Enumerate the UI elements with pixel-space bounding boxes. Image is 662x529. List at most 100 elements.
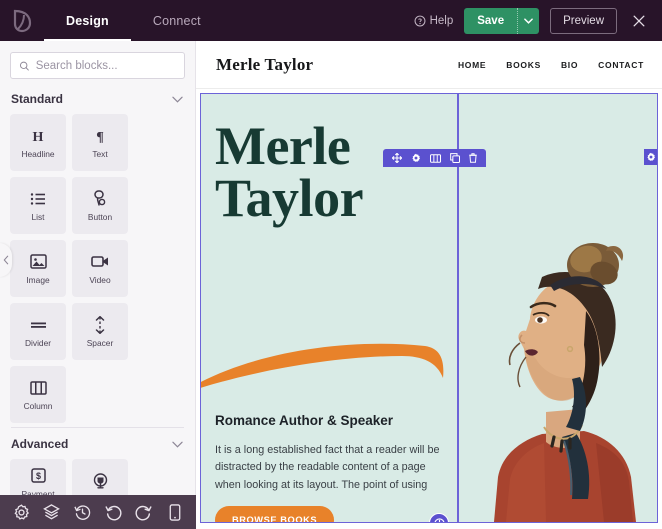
headline-h-icon: H (30, 126, 46, 146)
app-logo[interactable] (0, 9, 44, 33)
nav-item-bio[interactable]: BIO (561, 60, 578, 70)
browse-books-button[interactable]: BROWSE BOOKS (215, 506, 335, 522)
help-label: Help (429, 14, 454, 27)
top-bar-actions: Help Save Preview (414, 7, 662, 34)
video-camera-icon (91, 252, 109, 272)
section-header-advanced[interactable]: Advanced (0, 428, 195, 457)
hero-image-column[interactable] (458, 94, 657, 522)
block-label: Spacer (86, 337, 114, 348)
help-button[interactable]: Help (414, 14, 454, 27)
block-video[interactable]: Video (72, 240, 128, 297)
blocks-grid-advanced: $ Payment Button Giveaway (0, 457, 195, 495)
block-list[interactable]: List (10, 177, 66, 234)
button-click-icon (92, 189, 108, 209)
top-bar: Design Connect Help Save Preview (0, 0, 662, 43)
save-group: Save (464, 7, 540, 34)
block-spacer[interactable]: Spacer (72, 303, 128, 360)
duplicate-icon[interactable] (450, 153, 460, 163)
image-icon (29, 252, 47, 272)
payment-dollar-icon: $ (30, 466, 46, 486)
question-circle-icon (414, 15, 426, 26)
hero-body-text[interactable]: It is a long established fact that a rea… (215, 442, 447, 494)
blocks-grid-standard: H Headline ¶ Text List Button Image Vide… (0, 112, 195, 423)
site-header: Merle Taylor HOME BOOKS BIO CONTACT (196, 41, 662, 89)
move-handle-icon[interactable] (392, 153, 402, 163)
giveaway-trophy-icon (93, 471, 108, 491)
save-dropdown-button[interactable] (517, 7, 540, 34)
save-label: Save (477, 14, 505, 27)
site-logo[interactable]: Merle Taylor (216, 55, 313, 75)
layers-icon (43, 504, 61, 520)
tab-design-label: Design (66, 13, 109, 28)
column-icon (29, 378, 47, 398)
search-box[interactable] (10, 52, 185, 79)
spacer-arrows-icon (94, 315, 106, 335)
block-button[interactable]: Button (72, 177, 128, 234)
section-settings-badge[interactable] (644, 149, 657, 165)
search-row (0, 41, 195, 83)
orange-swoosh-decoration (201, 343, 444, 388)
seedprod-builder-window: Design Connect Help Save Preview Search … (0, 0, 662, 529)
redo-icon (136, 505, 152, 520)
block-image[interactable]: Image (10, 240, 66, 297)
block-column[interactable]: Column (10, 366, 66, 423)
section-settings-icon[interactable] (411, 153, 421, 163)
block-headline[interactable]: H Headline (10, 114, 66, 171)
svg-text:¶: ¶ (96, 130, 104, 144)
hero-title-line2: Taylor (215, 168, 364, 229)
mobile-phone-icon (169, 503, 180, 521)
gear-icon (14, 503, 29, 520)
close-icon (633, 15, 645, 26)
tab-connect[interactable]: Connect (131, 0, 223, 41)
block-label: Button (87, 211, 113, 222)
hero-section[interactable]: Merle Taylor Romance Author & Speaker It… (200, 93, 658, 523)
svg-text:$: $ (35, 471, 40, 481)
delete-icon[interactable] (469, 153, 477, 163)
bullet-list-icon (30, 189, 46, 209)
page-preview: Merle Taylor HOME BOOKS BIO CONTACT Merl… (196, 41, 662, 529)
block-label: Text (92, 148, 108, 159)
plus-circle-icon (433, 517, 445, 522)
block-text[interactable]: ¶ Text (72, 114, 128, 171)
block-label: Image (26, 274, 50, 285)
tab-design[interactable]: Design (44, 0, 131, 43)
close-button[interactable] (628, 8, 650, 34)
block-payment-button[interactable]: $ Payment Button (10, 459, 66, 495)
mobile-preview-button[interactable] (164, 501, 186, 523)
nav-item-contact[interactable]: CONTACT (598, 60, 644, 70)
block-divider[interactable]: Divider (10, 303, 66, 360)
nav-item-home[interactable]: HOME (458, 60, 486, 70)
search-icon (20, 61, 29, 70)
clock-history-icon (74, 504, 91, 520)
save-button[interactable]: Save (464, 7, 518, 34)
redo-button[interactable] (133, 501, 155, 523)
chevron-down-icon (172, 441, 183, 448)
gear-icon (647, 152, 656, 161)
chevron-left-icon (3, 255, 8, 265)
bottom-toolbar (0, 495, 196, 529)
settings-button[interactable] (10, 501, 32, 523)
block-label: List (31, 211, 45, 222)
block-label: Divider (24, 337, 52, 348)
block-label: Column (23, 400, 53, 411)
preview-button[interactable]: Preview (550, 7, 617, 34)
undo-icon (105, 505, 122, 520)
site-nav: HOME BOOKS BIO CONTACT (458, 60, 644, 70)
svg-text:H: H (33, 130, 44, 144)
divider-icon (30, 315, 47, 335)
undo-button[interactable] (102, 501, 124, 523)
blocks-sidebar: Standard H Headline ¶ Text (0, 41, 196, 495)
search-input[interactable] (35, 59, 176, 72)
layers-button[interactable] (41, 501, 63, 523)
section-title-standard: Standard (11, 92, 64, 106)
column-layout-icon[interactable] (430, 153, 441, 163)
revisions-button[interactable] (72, 501, 94, 523)
section-header-standard[interactable]: Standard (0, 83, 195, 112)
hero-subtitle[interactable]: Romance Author & Speaker (215, 413, 451, 428)
tab-connect-label: Connect (152, 13, 201, 28)
author-portrait-image[interactable] (476, 227, 656, 522)
preview-label: Preview (563, 14, 604, 27)
nav-item-books[interactable]: BOOKS (506, 60, 541, 70)
hero-title[interactable]: Merle Taylor (215, 119, 455, 229)
block-giveaway[interactable]: Giveaway (72, 459, 128, 495)
